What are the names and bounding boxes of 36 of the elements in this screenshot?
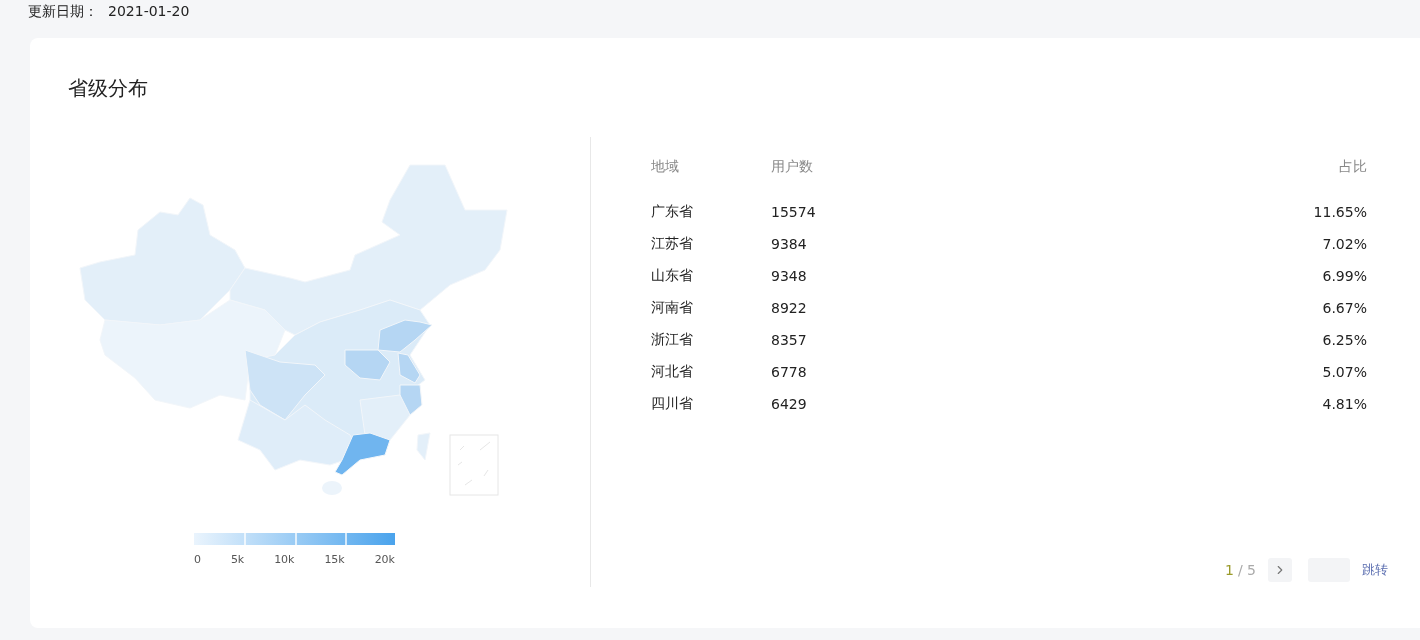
legend-label: 20k (374, 553, 395, 566)
table-cell: 6.67% (1322, 300, 1367, 316)
update-date-value: 2021-01-20 (108, 2, 190, 20)
table-cell-text: 河南省 (651, 299, 694, 317)
update-date-label: 更新日期： (28, 2, 98, 20)
table-cell-text: 广东省 (651, 203, 694, 221)
table-cell-text: 9384 (771, 236, 808, 252)
table-cell: 6.25% (1322, 332, 1367, 348)
page-total: / 5 (1237, 562, 1256, 578)
legend-label: 5k (230, 553, 245, 566)
table-cell-text: 8357 (771, 332, 808, 348)
table-cell-text: 8922 (771, 300, 808, 316)
current-page: 1 (1225, 562, 1234, 578)
column-header: 用户数 (771, 158, 814, 176)
table-cell-text: 9348 (771, 268, 808, 284)
next-page-button[interactable] (1268, 558, 1292, 582)
table-cell: 11.65% (1313, 204, 1367, 220)
table-cell-text: 6429 (771, 396, 808, 412)
card-title: 省级分布 (68, 75, 149, 102)
legend-label: 10k (274, 553, 295, 566)
column-header: 地域 (651, 158, 680, 176)
table-cell-text: 四川省 (651, 395, 694, 413)
table-cell: 4.81% (1322, 396, 1367, 412)
table-cell-text: 6778 (771, 364, 808, 380)
table-cell: 7.02% (1322, 236, 1367, 252)
column-header: 占比 (1339, 158, 1367, 176)
table-cell-text: 15574 (771, 204, 817, 220)
table-cell-text: 浙江省 (651, 331, 694, 349)
legend-label: 15k (324, 553, 345, 566)
table-cell-text: 河北省 (651, 363, 694, 381)
table-cell-text: 山东省 (651, 267, 694, 285)
table-cell: 6.99% (1322, 268, 1367, 284)
legend-label: 0 (194, 553, 201, 566)
table-cell-text: 江苏省 (651, 235, 694, 253)
table-cell: 5.07% (1322, 364, 1367, 380)
jump-link[interactable]: 跳转 (1362, 561, 1388, 579)
